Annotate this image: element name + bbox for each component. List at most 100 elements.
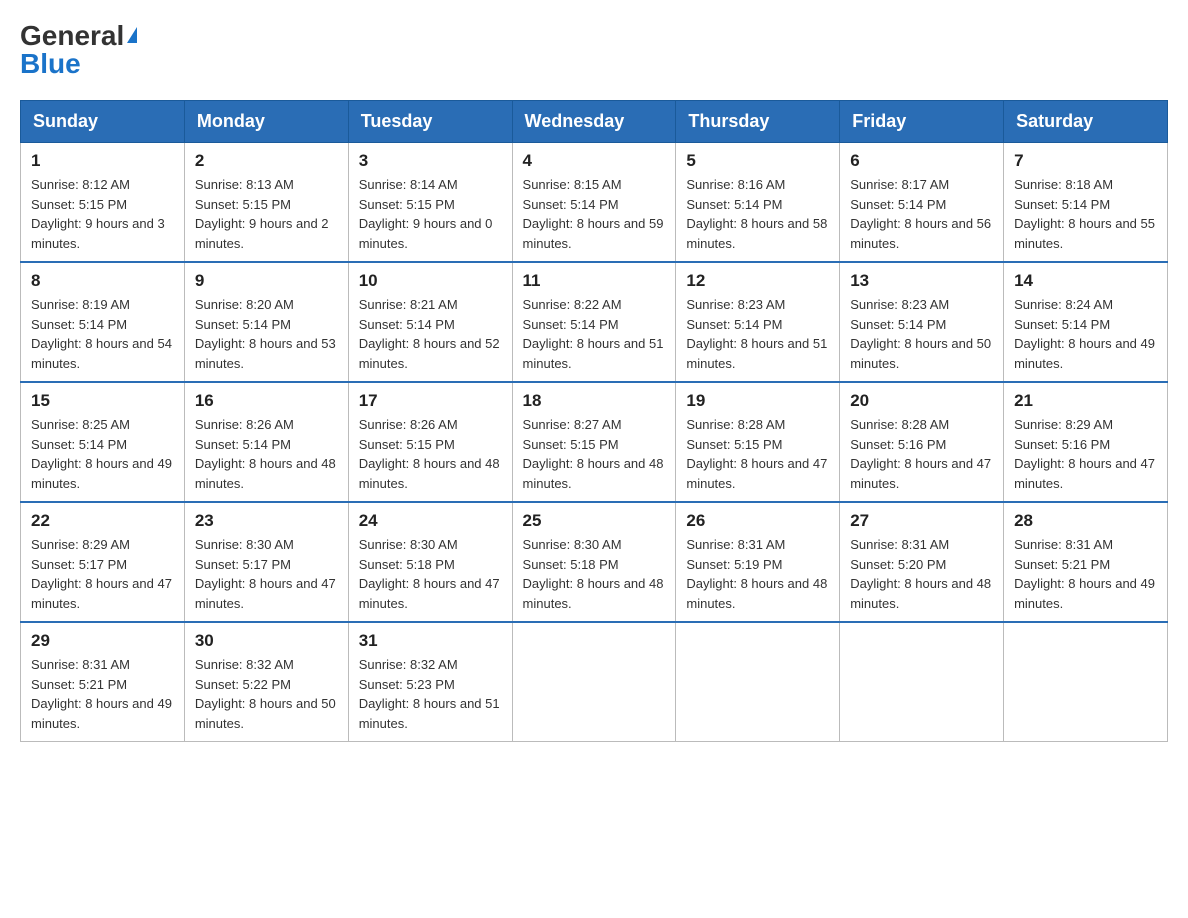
calendar-day-cell: 2Sunrise: 8:13 AMSunset: 5:15 PMDaylight… [184, 143, 348, 263]
calendar-day-cell: 3 Sunrise: 8:14 AMSunset: 5:15 PMDaylight… [348, 143, 512, 263]
calendar-day-cell: 14Sunrise: 8:24 AMSunset: 5:14 PMDayligh… [1004, 262, 1168, 382]
day-number: 16 [195, 391, 338, 411]
day-info: Sunrise: 8:32 AMSunset: 5:23 PMDaylight:… [359, 655, 502, 733]
calendar-day-cell: 17 Sunrise: 8:26 AMSunset: 5:15 PMDayligh… [348, 382, 512, 502]
day-number: 3 [359, 151, 502, 171]
calendar-day-cell [1004, 622, 1168, 742]
calendar-table: SundayMondayTuesdayWednesdayThursdayFrid… [20, 100, 1168, 742]
calendar-day-cell: 24 Sunrise: 8:30 AMSunset: 5:18 PMDayligh… [348, 502, 512, 622]
day-info: Sunrise: 8:27 AMSunset: 5:15 PMDaylight:… [523, 415, 666, 493]
day-number: 19 [686, 391, 829, 411]
logo-triangle-icon [127, 27, 137, 43]
day-info: Sunrise: 8:16 AMSunset: 5:14 PMDaylight:… [686, 175, 829, 253]
day-number: 17 [359, 391, 502, 411]
day-info: Sunrise: 8:13 AMSunset: 5:15 PMDaylight:… [195, 175, 338, 253]
day-number: 1 [31, 151, 174, 171]
weekday-header-thursday: Thursday [676, 101, 840, 143]
day-number: 12 [686, 271, 829, 291]
calendar-week-row: 29 Sunrise: 8:31 AMSunset: 5:21 PMDayligh… [21, 622, 1168, 742]
calendar-day-cell: 28 Sunrise: 8:31 AMSunset: 5:21 PMDayligh… [1004, 502, 1168, 622]
day-info: Sunrise: 8:31 AMSunset: 5:19 PMDaylight:… [686, 535, 829, 613]
day-info: Sunrise: 8:12 AMSunset: 5:15 PMDaylight:… [31, 175, 174, 253]
weekday-header-row: SundayMondayTuesdayWednesdayThursdayFrid… [21, 101, 1168, 143]
logo-blue-text: Blue [20, 48, 81, 80]
calendar-day-cell: 16Sunrise: 8:26 AMSunset: 5:14 PMDayligh… [184, 382, 348, 502]
day-number: 22 [31, 511, 174, 531]
day-info: Sunrise: 8:30 AMSunset: 5:17 PMDaylight:… [195, 535, 338, 613]
calendar-day-cell: 21 Sunrise: 8:29 AMSunset: 5:16 PMDayligh… [1004, 382, 1168, 502]
day-info: Sunrise: 8:26 AMSunset: 5:15 PMDaylight:… [359, 415, 502, 493]
calendar-week-row: 1 Sunrise: 8:12 AMSunset: 5:15 PMDaylight… [21, 143, 1168, 263]
calendar-day-cell: 23 Sunrise: 8:30 AMSunset: 5:17 PMDayligh… [184, 502, 348, 622]
weekday-header-saturday: Saturday [1004, 101, 1168, 143]
weekday-header-monday: Monday [184, 101, 348, 143]
calendar-day-cell: 11 Sunrise: 8:22 AMSunset: 5:14 PMDayligh… [512, 262, 676, 382]
day-info: Sunrise: 8:28 AMSunset: 5:15 PMDaylight:… [686, 415, 829, 493]
day-info: Sunrise: 8:30 AMSunset: 5:18 PMDaylight:… [523, 535, 666, 613]
day-info: Sunrise: 8:18 AMSunset: 5:14 PMDaylight:… [1014, 175, 1157, 253]
calendar-day-cell: 5 Sunrise: 8:16 AMSunset: 5:14 PMDaylight… [676, 143, 840, 263]
day-info: Sunrise: 8:20 AMSunset: 5:14 PMDaylight:… [195, 295, 338, 373]
calendar-day-cell: 20 Sunrise: 8:28 AMSunset: 5:16 PMDayligh… [840, 382, 1004, 502]
day-number: 24 [359, 511, 502, 531]
calendar-week-row: 8 Sunrise: 8:19 AMSunset: 5:14 PMDaylight… [21, 262, 1168, 382]
day-info: Sunrise: 8:31 AMSunset: 5:21 PMDaylight:… [31, 655, 174, 733]
day-info: Sunrise: 8:19 AMSunset: 5:14 PMDaylight:… [31, 295, 174, 373]
day-number: 11 [523, 271, 666, 291]
day-info: Sunrise: 8:29 AMSunset: 5:17 PMDaylight:… [31, 535, 174, 613]
day-number: 8 [31, 271, 174, 291]
day-number: 18 [523, 391, 666, 411]
day-info: Sunrise: 8:14 AMSunset: 5:15 PMDaylight:… [359, 175, 502, 253]
day-number: 7 [1014, 151, 1157, 171]
calendar-day-cell: 13Sunrise: 8:23 AMSunset: 5:14 PMDayligh… [840, 262, 1004, 382]
day-info: Sunrise: 8:28 AMSunset: 5:16 PMDaylight:… [850, 415, 993, 493]
calendar-day-cell: 10 Sunrise: 8:21 AMSunset: 5:14 PMDayligh… [348, 262, 512, 382]
day-number: 27 [850, 511, 993, 531]
weekday-header-wednesday: Wednesday [512, 101, 676, 143]
calendar-day-cell: 31 Sunrise: 8:32 AMSunset: 5:23 PMDayligh… [348, 622, 512, 742]
day-info: Sunrise: 8:31 AMSunset: 5:21 PMDaylight:… [1014, 535, 1157, 613]
weekday-header-sunday: Sunday [21, 101, 185, 143]
day-info: Sunrise: 8:17 AMSunset: 5:14 PMDaylight:… [850, 175, 993, 253]
day-number: 21 [1014, 391, 1157, 411]
day-info: Sunrise: 8:25 AMSunset: 5:14 PMDaylight:… [31, 415, 174, 493]
day-info: Sunrise: 8:30 AMSunset: 5:18 PMDaylight:… [359, 535, 502, 613]
calendar-day-cell: 29 Sunrise: 8:31 AMSunset: 5:21 PMDayligh… [21, 622, 185, 742]
calendar-day-cell: 27 Sunrise: 8:31 AMSunset: 5:20 PMDayligh… [840, 502, 1004, 622]
day-number: 10 [359, 271, 502, 291]
day-number: 5 [686, 151, 829, 171]
calendar-day-cell [512, 622, 676, 742]
calendar-day-cell [840, 622, 1004, 742]
day-number: 15 [31, 391, 174, 411]
day-info: Sunrise: 8:29 AMSunset: 5:16 PMDaylight:… [1014, 415, 1157, 493]
day-number: 4 [523, 151, 666, 171]
calendar-day-cell: 15 Sunrise: 8:25 AMSunset: 5:14 PMDayligh… [21, 382, 185, 502]
day-info: Sunrise: 8:31 AMSunset: 5:20 PMDaylight:… [850, 535, 993, 613]
calendar-day-cell: 19 Sunrise: 8:28 AMSunset: 5:15 PMDayligh… [676, 382, 840, 502]
calendar-day-cell: 26Sunrise: 8:31 AMSunset: 5:19 PMDayligh… [676, 502, 840, 622]
day-info: Sunrise: 8:32 AMSunset: 5:22 PMDaylight:… [195, 655, 338, 733]
calendar-day-cell: 22 Sunrise: 8:29 AMSunset: 5:17 PMDayligh… [21, 502, 185, 622]
day-number: 31 [359, 631, 502, 651]
weekday-header-tuesday: Tuesday [348, 101, 512, 143]
day-number: 23 [195, 511, 338, 531]
day-number: 28 [1014, 511, 1157, 531]
day-number: 30 [195, 631, 338, 651]
calendar-day-cell: 30 Sunrise: 8:32 AMSunset: 5:22 PMDayligh… [184, 622, 348, 742]
calendar-day-cell: 1 Sunrise: 8:12 AMSunset: 5:15 PMDaylight… [21, 143, 185, 263]
calendar-day-cell: 18 Sunrise: 8:27 AMSunset: 5:15 PMDayligh… [512, 382, 676, 502]
day-number: 29 [31, 631, 174, 651]
calendar-day-cell: 6 Sunrise: 8:17 AMSunset: 5:14 PMDaylight… [840, 143, 1004, 263]
calendar-day-cell: 7 Sunrise: 8:18 AMSunset: 5:14 PMDaylight… [1004, 143, 1168, 263]
day-info: Sunrise: 8:15 AMSunset: 5:14 PMDaylight:… [523, 175, 666, 253]
day-info: Sunrise: 8:21 AMSunset: 5:14 PMDaylight:… [359, 295, 502, 373]
day-number: 20 [850, 391, 993, 411]
calendar-day-cell: 9 Sunrise: 8:20 AMSunset: 5:14 PMDaylight… [184, 262, 348, 382]
day-info: Sunrise: 8:23 AMSunset: 5:14 PMDaylight:… [686, 295, 829, 373]
day-number: 9 [195, 271, 338, 291]
calendar-week-row: 15 Sunrise: 8:25 AMSunset: 5:14 PMDayligh… [21, 382, 1168, 502]
day-info: Sunrise: 8:22 AMSunset: 5:14 PMDaylight:… [523, 295, 666, 373]
day-number: 6 [850, 151, 993, 171]
day-number: 13 [850, 271, 993, 291]
calendar-day-cell [676, 622, 840, 742]
